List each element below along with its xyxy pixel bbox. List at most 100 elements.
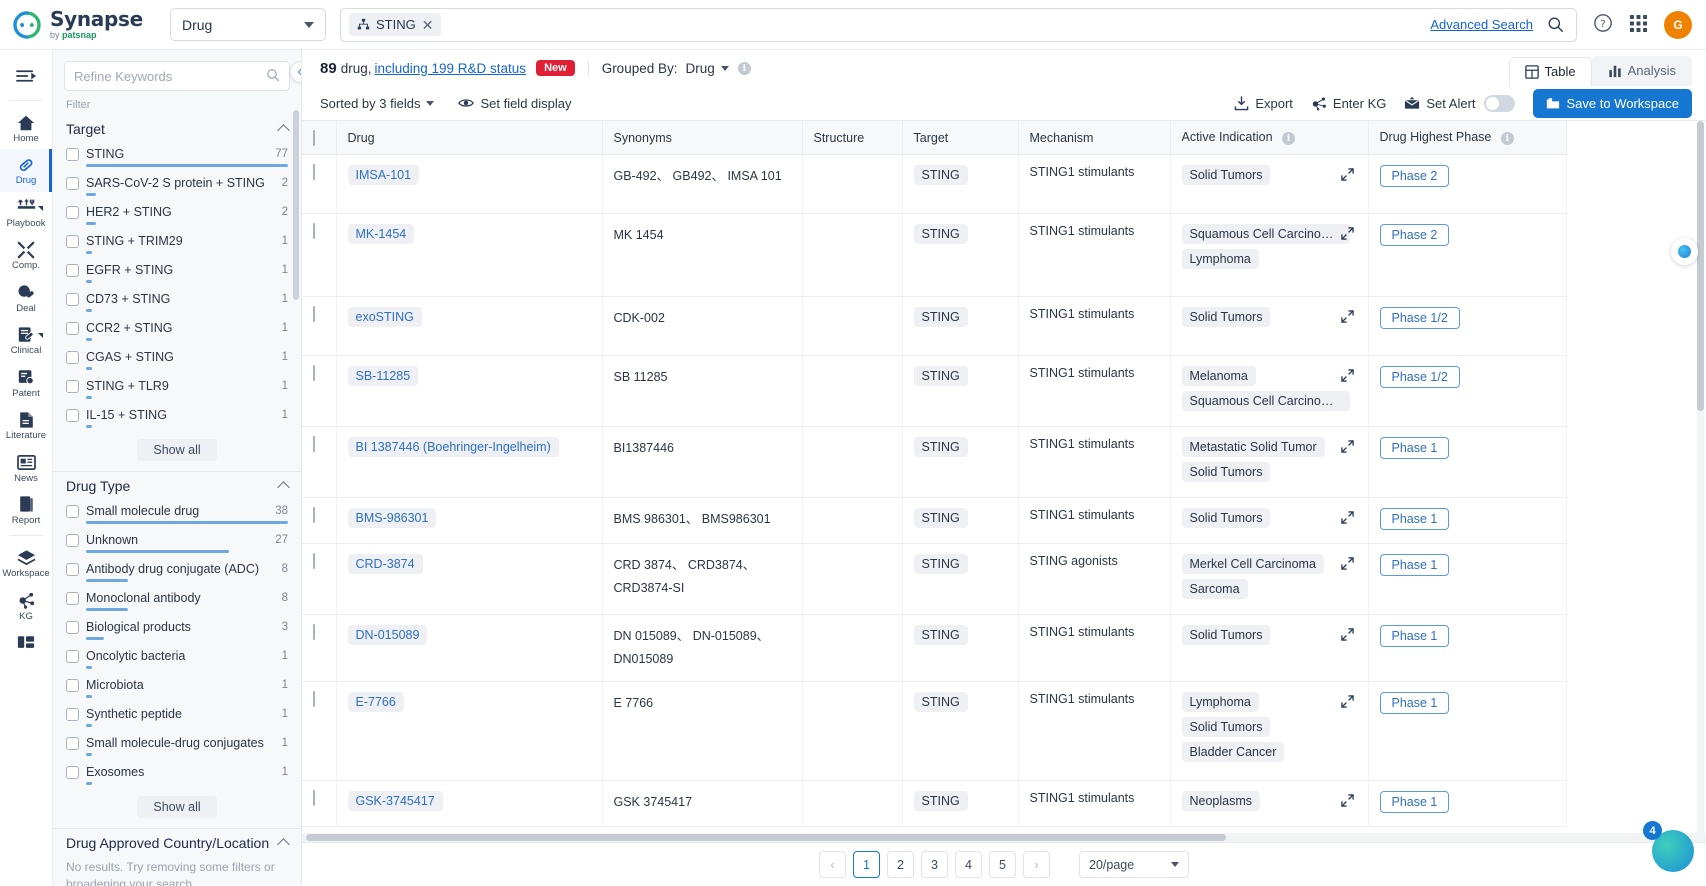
- search-chip-sting[interactable]: STING ✕: [349, 13, 442, 36]
- sidebar-item-more[interactable]: [0, 627, 52, 657]
- page-button-5[interactable]: 5: [989, 851, 1016, 878]
- horizontal-scrollbar[interactable]: [306, 834, 1226, 841]
- info-icon[interactable]: i: [1282, 132, 1296, 145]
- filter-row[interactable]: SARS-CoV-2 S protein + STING 2: [66, 174, 288, 203]
- per-page-select[interactable]: 20/page: [1079, 851, 1189, 878]
- checkbox[interactable]: [66, 678, 79, 692]
- indication-tag[interactable]: Melanoma: [1181, 366, 1256, 386]
- indication-tag[interactable]: Solid Tumors: [1181, 165, 1271, 185]
- col-structure[interactable]: Structure: [802, 121, 903, 155]
- checkbox[interactable]: [313, 624, 315, 640]
- indication-tag[interactable]: Solid Tumors: [1181, 625, 1271, 645]
- col-target[interactable]: Target: [902, 121, 1019, 155]
- sidebar-item-deal[interactable]: Deal: [0, 277, 52, 319]
- sidebar-item-kg[interactable]: KG: [0, 585, 52, 627]
- close-icon[interactable]: ✕: [422, 18, 434, 32]
- checkbox[interactable]: [313, 691, 315, 708]
- search-bar[interactable]: STING ✕ Advanced Search: [340, 7, 1577, 42]
- save-to-workspace-button[interactable]: Save to Workspace: [1532, 88, 1692, 118]
- expand-icon[interactable]: [1340, 628, 1357, 644]
- info-icon[interactable]: i: [737, 61, 751, 75]
- indication-tag[interactable]: Solid Tumors: [1181, 508, 1271, 528]
- checkbox[interactable]: [313, 436, 315, 452]
- rd-status-link[interactable]: including 199 R&D status: [374, 61, 526, 76]
- sidebar-item-report[interactable]: Report: [0, 489, 52, 531]
- col-active-indication[interactable]: Active Indication i: [1170, 121, 1369, 155]
- phase-badge[interactable]: Phase 1: [1379, 437, 1450, 459]
- floating-assistant-button[interactable]: [1671, 238, 1698, 265]
- target-tag[interactable]: STING: [913, 692, 968, 713]
- target-tag[interactable]: STING: [913, 791, 968, 812]
- checkbox[interactable]: [66, 147, 79, 161]
- table-row[interactable]: BMS-986301 BMS 986301、 BMS986301 STING STIN…: [302, 497, 1567, 544]
- phase-badge[interactable]: Phase 1/2: [1379, 307, 1460, 329]
- filter-row[interactable]: HER2 + STING 2: [66, 203, 288, 232]
- target-tag[interactable]: STING: [913, 437, 968, 457]
- chevron-up-icon[interactable]: [277, 124, 290, 137]
- show-all-button[interactable]: Show all: [137, 796, 217, 818]
- sidebar-item-patent[interactable]: Patent: [0, 362, 52, 404]
- filter-row[interactable]: STING + TLR9 1: [66, 377, 288, 406]
- checkbox[interactable]: [313, 306, 315, 322]
- checkbox[interactable]: [66, 649, 79, 663]
- filter-row[interactable]: CCR2 + STING 1: [66, 319, 288, 348]
- sidebar-item-literature[interactable]: Literature: [0, 404, 52, 446]
- checkbox[interactable]: [66, 321, 79, 335]
- checkbox[interactable]: [66, 205, 79, 219]
- apps-grid-icon[interactable]: [1629, 14, 1648, 36]
- enter-kg-button[interactable]: Enter KG: [1311, 96, 1386, 111]
- filter-row[interactable]: STING 77: [66, 145, 288, 174]
- expand-icon[interactable]: [1340, 227, 1357, 243]
- grouped-by-value[interactable]: Drug: [685, 61, 714, 76]
- drug-link[interactable]: DN-015089: [347, 625, 428, 645]
- filter-group-header[interactable]: Target: [66, 115, 290, 145]
- filter-row[interactable]: CD73 + STING 1: [66, 290, 288, 319]
- help-icon[interactable]: ?: [1593, 13, 1613, 36]
- set-field-display-button[interactable]: Set field display: [458, 96, 572, 111]
- checkbox[interactable]: [66, 263, 79, 277]
- indication-tag[interactable]: Squamous Cell Carcinoma ...: [1181, 391, 1350, 411]
- filter-row[interactable]: Unknown 27: [66, 531, 288, 560]
- drug-link[interactable]: BMS-986301: [347, 508, 437, 528]
- checkbox[interactable]: [313, 129, 315, 146]
- sidebar-item-home[interactable]: Home: [0, 107, 52, 149]
- table-row[interactable]: BI 1387446 (Boehringer-Ingelheim) BI13874…: [302, 426, 1567, 498]
- checkbox[interactable]: [66, 562, 79, 576]
- col-drug[interactable]: Drug: [336, 121, 603, 155]
- phase-badge[interactable]: Phase 1: [1379, 554, 1450, 576]
- next-page-button[interactable]: ›: [1023, 851, 1050, 878]
- set-alert-button[interactable]: Set Alert: [1404, 94, 1515, 112]
- drug-link[interactable]: IMSA-101: [347, 165, 420, 185]
- filter-row[interactable]: Antibody drug conjugate (ADC) 8: [66, 560, 288, 589]
- checkbox[interactable]: [66, 408, 79, 422]
- col-synonyms[interactable]: Synonyms: [602, 121, 803, 155]
- drug-link[interactable]: E-7766: [347, 692, 404, 713]
- tab-analysis[interactable]: Analysis: [1591, 56, 1692, 86]
- expand-icon[interactable]: [1340, 557, 1357, 573]
- sidebar-item-news[interactable]: News: [0, 447, 52, 489]
- checkbox[interactable]: [66, 504, 79, 518]
- indication-tag[interactable]: Solid Tumors: [1181, 307, 1271, 327]
- indication-tag[interactable]: Lymphoma: [1181, 692, 1259, 713]
- table-row[interactable]: DN-015089 DN 015089、 DN-015089、 DN015089 ST…: [302, 614, 1567, 683]
- indication-tag[interactable]: Lymphoma: [1181, 249, 1259, 269]
- checkbox[interactable]: [66, 379, 79, 393]
- filter-row[interactable]: Microbiota 1: [66, 676, 288, 705]
- checkbox[interactable]: [66, 234, 79, 248]
- sidebar-item-playbook[interactable]: Playbook: [0, 192, 52, 234]
- export-button[interactable]: Export: [1234, 96, 1293, 111]
- filter-scrollbar[interactable]: [293, 110, 299, 300]
- page-button-4[interactable]: 4: [955, 851, 982, 878]
- sidebar-item-drug[interactable]: Drug: [0, 149, 52, 193]
- expand-icon[interactable]: [1340, 440, 1357, 456]
- drug-link[interactable]: BI 1387446 (Boehringer-Ingelheim): [347, 437, 559, 457]
- checkbox[interactable]: [66, 292, 79, 306]
- filter-row[interactable]: Exosomes 1: [66, 763, 288, 792]
- indication-tag[interactable]: Squamous Cell Carcinoma ...: [1181, 224, 1350, 244]
- page-button-2[interactable]: 2: [887, 851, 914, 878]
- checkbox[interactable]: [66, 176, 79, 190]
- search-icon[interactable]: [1547, 16, 1564, 33]
- chevron-up-icon[interactable]: [277, 481, 290, 494]
- target-tag[interactable]: STING: [913, 508, 968, 528]
- phase-badge[interactable]: Phase 2: [1379, 165, 1450, 187]
